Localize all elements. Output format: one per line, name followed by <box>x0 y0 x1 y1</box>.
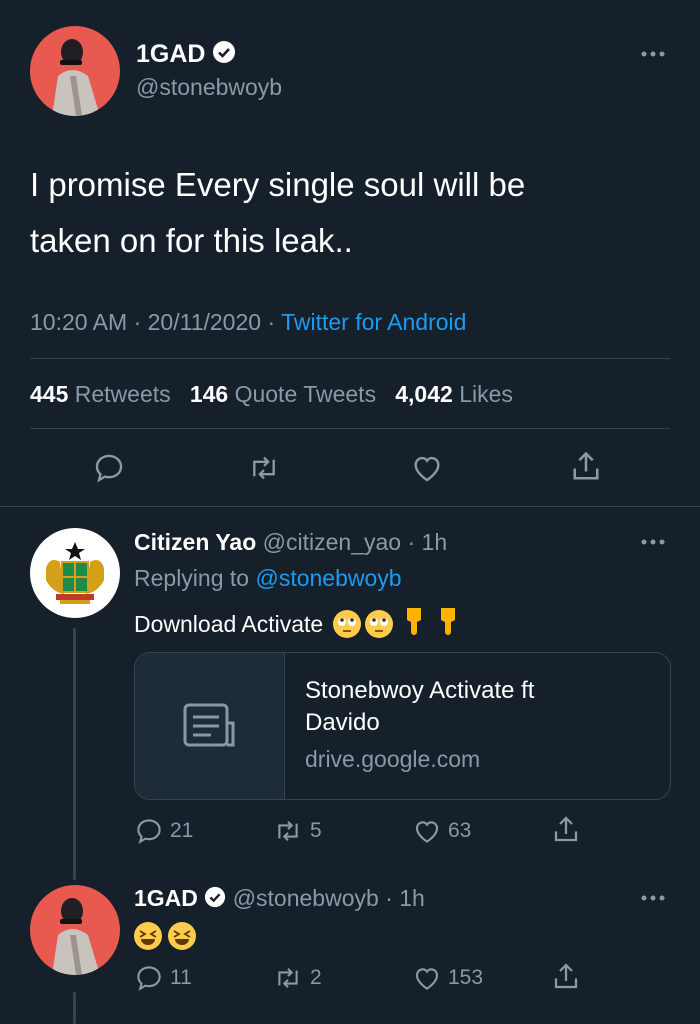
reply-count: 21 <box>170 819 194 842</box>
like-heart-icon <box>415 968 439 990</box>
quotes-label: Quote Tweets <box>234 381 377 407</box>
avatar[interactable] <box>30 885 120 975</box>
separator: · <box>133 309 142 335</box>
retweet-count: 5 <box>310 819 322 842</box>
share-action[interactable] <box>550 961 582 993</box>
replying-to-handle[interactable]: @stonebwoyb <box>255 565 401 591</box>
link-card-title: Stonebwoy Activate ft <box>305 677 535 704</box>
verified-badge-icon <box>204 886 226 914</box>
retweets-stat[interactable]: 445 Retweets <box>30 381 177 407</box>
like-action[interactable]: 63 <box>412 816 471 846</box>
tweet-text-line: taken on for this leak.. <box>30 222 353 259</box>
separator: · <box>267 309 276 335</box>
grinning-squinting-emoji-icon <box>134 922 162 950</box>
likes-stat[interactable]: 4,042 Likes <box>395 381 513 407</box>
document-icon <box>183 703 235 747</box>
pointing-down-emoji-icon <box>401 606 427 642</box>
coat-of-arms-icon <box>46 542 104 604</box>
more-options-icon[interactable] <box>640 894 666 902</box>
display-name[interactable]: Citizen Yao <box>134 529 256 555</box>
tweet-text-line: I promise Every single soul will be <box>30 166 526 203</box>
tweet-date: 20/11/2020 <box>147 309 262 335</box>
like-count: 153 <box>448 966 484 989</box>
rolling-eyes-emoji-icon <box>365 610 394 638</box>
rolling-eyes-emoji-icon <box>333 610 362 638</box>
retweet-icon[interactable] <box>246 451 282 485</box>
reply-count: 11 <box>170 966 192 989</box>
handle[interactable]: @citizen_yao <box>263 529 401 555</box>
like-action[interactable]: 153 <box>412 963 483 993</box>
pointing-down-emoji-icon <box>435 606 461 642</box>
quotes-count: 146 <box>189 381 229 407</box>
handle[interactable]: @stonebwoyb <box>136 74 282 101</box>
more-options-icon[interactable] <box>640 538 666 546</box>
avatar[interactable] <box>30 528 120 618</box>
tweet-age: 1h <box>421 529 448 555</box>
like-heart-icon <box>415 821 439 843</box>
reply-text: Download Activate <box>134 610 324 637</box>
retweet-action[interactable]: 2 <box>272 963 322 993</box>
separator: · <box>407 529 416 555</box>
person-silhouette-icon <box>52 898 100 975</box>
display-name[interactable]: 1GAD <box>134 885 198 911</box>
divider <box>0 506 700 507</box>
retweets-count: 445 <box>30 381 69 407</box>
display-name[interactable]: 1GAD <box>136 40 205 68</box>
divider <box>30 358 670 359</box>
replying-to-label: Replying to <box>134 565 250 591</box>
tweet-meta: 10:20 AM · 20/11/2020 · Twitter for Andr… <box>30 309 466 336</box>
tweet-time: 10:20 AM <box>30 309 128 335</box>
reply-action[interactable]: 11 <box>134 963 192 993</box>
share-icon <box>554 963 578 989</box>
reply-icon[interactable] <box>92 451 126 485</box>
share-icon <box>554 816 578 842</box>
reply-action[interactable]: 21 <box>134 816 193 846</box>
quotes-stat[interactable]: 146 Quote Tweets <box>190 381 383 407</box>
tweet-source-link[interactable]: Twitter for Android <box>281 309 466 335</box>
tweet-stats: 445 Retweets 146 Quote Tweets 4,042 Like… <box>30 381 513 408</box>
share-icon[interactable] <box>568 449 604 485</box>
link-card-title: Davido <box>305 709 380 736</box>
retweet-icon <box>278 821 298 841</box>
avatar[interactable] <box>30 26 120 116</box>
share-action[interactable] <box>550 814 582 846</box>
retweet-icon <box>278 968 298 988</box>
reply-icon <box>137 966 161 991</box>
like-heart-icon[interactable] <box>410 451 444 485</box>
link-card-thumbnail <box>135 653 285 799</box>
thread-connector-line <box>73 992 76 1024</box>
verified-badge-icon <box>212 40 236 71</box>
tweet-age: 1h <box>399 885 425 911</box>
person-silhouette-icon <box>52 39 100 116</box>
retweets-label: Retweets <box>74 381 171 407</box>
more-options-icon[interactable] <box>640 50 666 58</box>
tweet-text: I promise Every single soul will be take… <box>30 157 525 269</box>
retweet-action[interactable]: 5 <box>272 816 322 846</box>
likes-label: Likes <box>459 381 513 407</box>
link-card-domain: drive.google.com <box>305 746 481 772</box>
like-count: 63 <box>448 819 472 842</box>
thread-connector-line <box>73 628 76 880</box>
link-card[interactable]: Stonebwoy Activate ft Davido drive.googl… <box>134 652 671 800</box>
likes-count: 4,042 <box>395 381 453 407</box>
handle[interactable]: @stonebwoyb <box>233 885 379 911</box>
reply-icon <box>137 819 161 844</box>
retweet-count: 2 <box>310 966 322 989</box>
divider <box>30 428 670 429</box>
grinning-squinting-emoji-icon <box>168 922 196 950</box>
separator: · <box>385 885 393 911</box>
